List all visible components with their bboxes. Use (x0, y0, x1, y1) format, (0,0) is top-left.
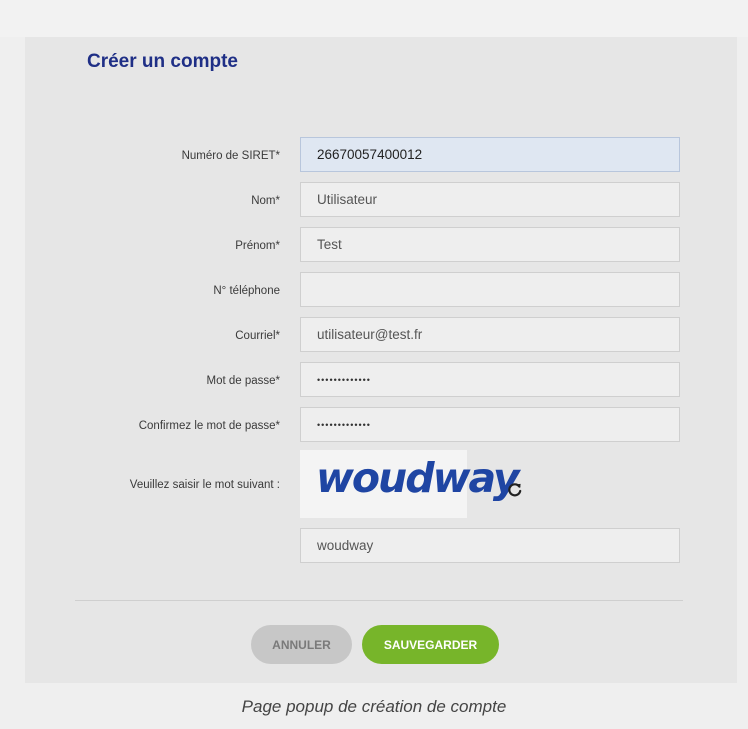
captcha-input[interactable] (300, 528, 680, 563)
nom-input[interactable] (300, 182, 680, 217)
courriel-input[interactable] (300, 317, 680, 352)
popup-title: Créer un compte (87, 51, 238, 72)
create-account-popup: Créer un compte Numéro de SIRET* Nom* Pr… (25, 37, 737, 683)
captcha-image: woudway (300, 450, 520, 518)
captcha-word: woudway (316, 454, 520, 502)
nom-label: Nom* (251, 195, 280, 207)
courriel-label: Courriel* (235, 330, 280, 342)
captcha-label: Veuillez saisir le mot suivant : (129, 479, 280, 491)
refresh-icon[interactable] (506, 481, 524, 499)
siret-input[interactable] (300, 137, 680, 172)
password-input[interactable] (300, 362, 680, 397)
save-button[interactable]: SAUVEGARDER (362, 625, 499, 664)
telephone-input[interactable] (300, 272, 680, 307)
top-band (0, 0, 748, 37)
confirm-password-input[interactable] (300, 407, 680, 442)
cancel-button[interactable]: ANNULER (251, 625, 352, 664)
divider (75, 600, 683, 601)
confirm-password-label: Confirmez le mot de passe* (138, 420, 280, 432)
prenom-label: Prénom* (235, 240, 280, 252)
siret-label: Numéro de SIRET* (181, 150, 280, 162)
prenom-input[interactable] (300, 227, 680, 262)
password-label: Mot de passe* (206, 375, 280, 387)
figure-caption: Page popup de création de compte (241, 697, 507, 716)
telephone-label: N° téléphone (213, 285, 280, 297)
